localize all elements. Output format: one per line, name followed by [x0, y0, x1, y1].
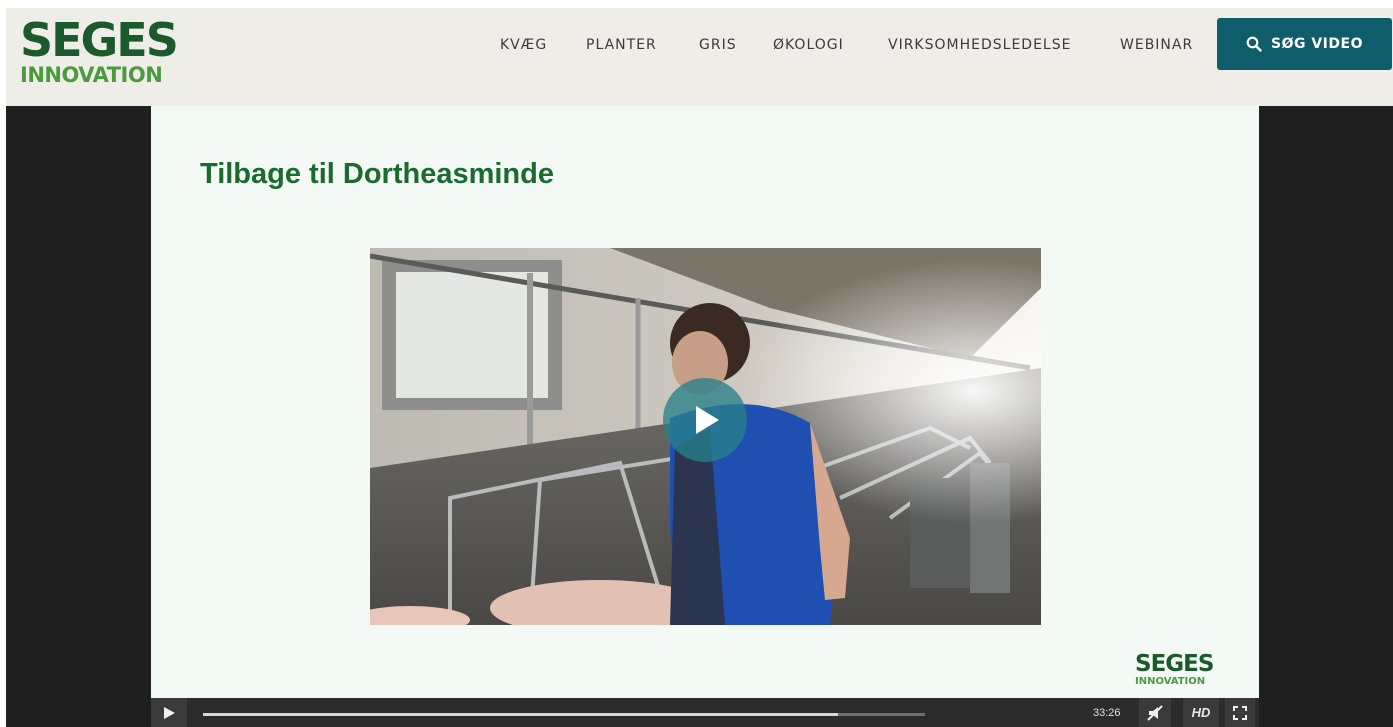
site-header: SEGES INNOVATION KVÆG PLANTER GRIS ØKOLO… — [6, 8, 1393, 106]
search-icon — [1246, 36, 1262, 52]
nav-item-okologi[interactable]: ØKOLOGI — [773, 37, 844, 53]
video-duration: 33:26 — [1093, 707, 1121, 719]
slide-seges-logo: SEGES INNOVATION — [1135, 651, 1214, 687]
video-thumbnail[interactable]: SEGES — [370, 248, 1041, 625]
play-button[interactable] — [151, 698, 187, 727]
slide-title: Tilbage til Dortheasminde — [200, 158, 554, 190]
video-frame[interactable]: Tilbage til Dortheasminde SEGES SEGES IN… — [151, 106, 1259, 698]
nav-item-kvaeg[interactable]: KVÆG — [500, 37, 547, 53]
progress-bar[interactable] — [203, 713, 925, 716]
search-video-label: SØG VIDEO — [1271, 36, 1363, 52]
player-controls: 33:26 HD — [151, 698, 1259, 727]
fullscreen-button[interactable] — [1225, 698, 1255, 727]
fullscreen-icon — [1233, 705, 1247, 720]
slide-logo-sub-text: INNOVATION — [1135, 676, 1206, 687]
mute-icon — [1147, 704, 1163, 721]
nav-item-webinar[interactable]: WEBINAR — [1120, 37, 1193, 53]
progress-bar-fill — [203, 713, 839, 716]
thumbnail-logo: SEGES — [398, 270, 457, 289]
hd-button[interactable]: HD — [1183, 698, 1219, 727]
mute-button[interactable] — [1139, 698, 1171, 727]
nav-item-virksomhedsledelse[interactable]: VIRKSOMHEDSLEDELSE — [888, 37, 1071, 53]
nav-item-planter[interactable]: PLANTER — [586, 37, 657, 53]
seges-logo[interactable]: SEGES INNOVATION — [20, 13, 179, 87]
logo-main-text: SEGES — [20, 13, 179, 67]
slide-logo-main-text: SEGES — [1135, 651, 1214, 677]
hd-icon: HD — [1191, 705, 1211, 720]
search-video-button[interactable]: SØG VIDEO — [1217, 18, 1392, 70]
nav-item-gris[interactable]: GRIS — [699, 37, 737, 53]
play-icon — [164, 706, 175, 719]
play-icon — [696, 406, 719, 434]
video-play-overlay-button[interactable] — [663, 378, 747, 462]
logo-sub-text: INNOVATION — [20, 63, 163, 87]
